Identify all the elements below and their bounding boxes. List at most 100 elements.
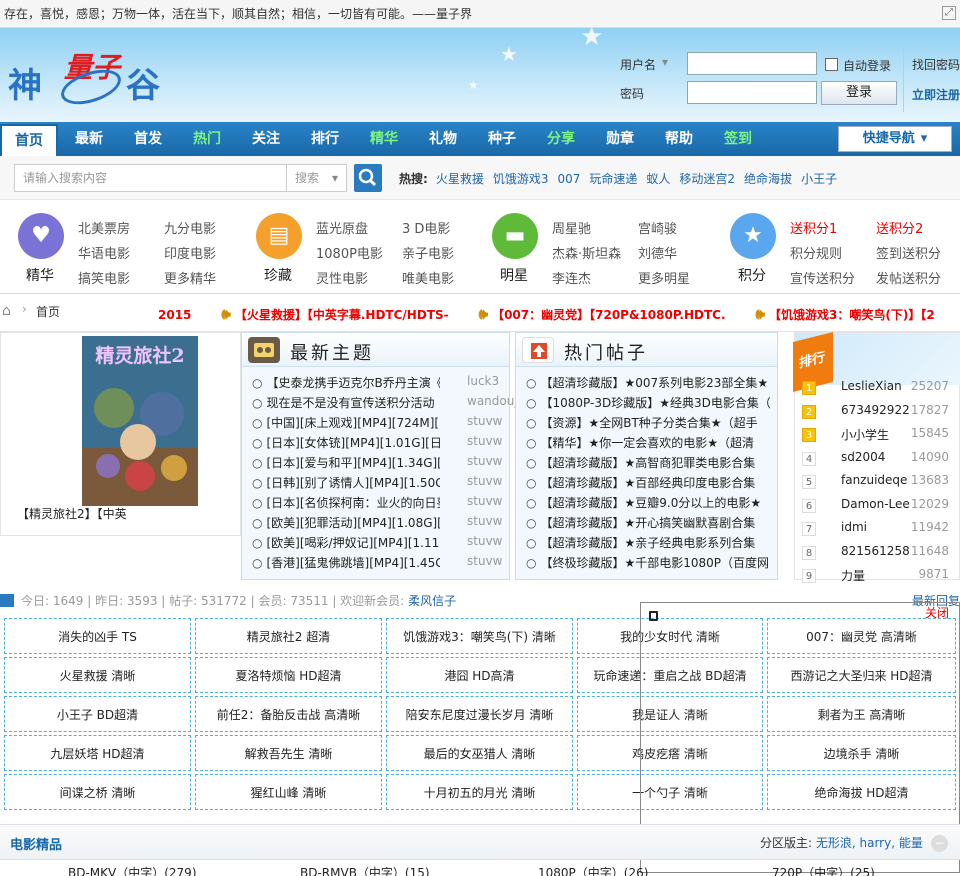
nav-item-4[interactable]: 热门 xyxy=(178,122,236,156)
list-item[interactable]: ○ 【精华】★你一定会喜欢的电影★（超清 xyxy=(526,434,770,451)
category-link[interactable]: 唯美电影 xyxy=(402,268,454,287)
category-link[interactable]: 送积分1 xyxy=(790,218,837,237)
forum-link[interactable]: BD-RMVB（中字）(15) xyxy=(300,864,430,876)
category-1-badge[interactable]: ♥ xyxy=(18,213,64,259)
list-item[interactable]: ○ [日本][爱与和平][MP4][1.34G][日 xyxy=(252,454,440,471)
list-item[interactable]: ○ 【史泰龙携手迈克尔B乔丹主演《洛 xyxy=(252,374,440,391)
nav-item-1[interactable]: 首页 xyxy=(0,124,58,156)
category-link[interactable]: 更多精华 xyxy=(164,268,216,287)
hot-search-link[interactable]: 蚁人 xyxy=(646,172,670,186)
featured-poster[interactable]: 精灵旅社2 【精灵旅社2】【中英 xyxy=(0,332,241,536)
category-link[interactable]: 送积分2 xyxy=(876,218,923,237)
topic-title[interactable]: [欧美][喝彩/押奴记][MP4][1.11G][ xyxy=(266,536,440,550)
list-item[interactable]: ○ 【超清珍藏版】★豆瓣9.0分以上的电影★ xyxy=(526,494,770,511)
topic-author[interactable]: stuvw xyxy=(467,454,502,468)
collapse-icon[interactable]: − xyxy=(931,835,948,852)
list-item[interactable]: ○ 现在是不是没有宣传送积分活动 xyxy=(252,394,440,411)
topic-title[interactable]: [中国][床上观戏][MP4][724M][国语 xyxy=(266,416,440,430)
post-title[interactable]: 【终极珍藏版】★千部电影1080P（百度网 xyxy=(540,556,769,570)
category-link[interactable]: 杰森·斯坦森 xyxy=(552,243,621,262)
list-item[interactable]: ○ 【超清珍藏版】★百部经典印度电影合集 xyxy=(526,474,770,491)
find-password-link[interactable]: 找回密码 xyxy=(912,56,960,73)
category-1-title[interactable]: 精华 xyxy=(26,265,54,285)
poster-title[interactable]: 【精灵旅社2】【中英 xyxy=(17,505,127,522)
ticker-item[interactable]: 2015 xyxy=(158,308,191,322)
login-button[interactable]: 登录 xyxy=(821,81,897,105)
search-button[interactable] xyxy=(354,164,382,192)
grid-cell[interactable]: 猩红山峰 清晰 xyxy=(195,774,382,810)
post-title[interactable]: 【超清珍藏版】★百部经典印度电影合集 xyxy=(540,476,755,490)
list-item[interactable]: ○ 【超清珍藏版】★亲子经典电影系列合集 xyxy=(526,534,770,551)
hot-search-link[interactable]: 玩命速递 xyxy=(589,172,637,186)
topic-author[interactable]: stuvw xyxy=(467,554,502,568)
category-4-badge[interactable]: ★ xyxy=(730,213,776,259)
grid-cell[interactable]: 陪安东尼度过漫长岁月 清晰 xyxy=(386,696,573,732)
list-item[interactable]: ○ 【1080P-3D珍藏版】★经典3D电影合集（ xyxy=(526,394,770,411)
post-title[interactable]: 【精华】★你一定会喜欢的电影★（超清 xyxy=(540,436,754,450)
rank-user[interactable]: Damon-Lee xyxy=(841,497,910,511)
ticker-item[interactable]: 【饥饿游戏3：嘲笑鸟(下)】【2 xyxy=(769,308,935,322)
username-input[interactable] xyxy=(687,52,817,75)
grid-cell[interactable]: 精灵旅社2 超清 xyxy=(195,618,382,654)
post-title[interactable]: 【超清珍藏版】★豆瓣9.0分以上的电影★ xyxy=(540,496,761,510)
search-input[interactable]: 请输入搜索内容 xyxy=(14,164,287,192)
category-link[interactable]: 九分电影 xyxy=(164,218,216,237)
password-input[interactable] xyxy=(687,81,817,104)
poster-image[interactable]: 精灵旅社2 xyxy=(82,336,198,506)
nav-item-9[interactable]: 种子 xyxy=(473,122,531,156)
category-link[interactable]: 李连杰 xyxy=(552,268,591,287)
post-title[interactable]: 【资源】★全网BT种子分类合集★（超手 xyxy=(540,416,757,430)
rank-user[interactable]: LeslieXian xyxy=(841,379,902,393)
topic-title[interactable]: [香港][猛鬼佛跳墙][MP4][1.45G][ xyxy=(266,556,440,570)
ticker-item[interactable]: 【007：幽灵党】【720P&1080P.HDTC. xyxy=(492,308,725,322)
nav-item-8[interactable]: 礼物 xyxy=(414,122,472,156)
breadcrumb-current[interactable]: 首页 xyxy=(36,303,60,320)
grid-cell[interactable]: 间谍之桥 清晰 xyxy=(4,774,191,810)
rank-user[interactable]: idmi xyxy=(841,520,867,534)
list-item[interactable]: ○ [日本][女体铳][MP4][1.01G][日语 xyxy=(252,434,440,451)
grid-cell[interactable]: 九层妖塔 HD超清 xyxy=(4,735,191,771)
topic-author[interactable]: stuvw xyxy=(467,414,502,428)
list-item[interactable]: ○ 【超清珍藏版】★开心搞笑幽默喜剧合集 xyxy=(526,514,770,531)
category-link[interactable]: 蓝光原盘 xyxy=(316,218,368,237)
grid-cell[interactable]: 火星救援 清晰 xyxy=(4,657,191,693)
topic-title[interactable]: [欧美][犯罪活动][MP4][1.08G][英 xyxy=(266,516,440,530)
new-member-link[interactable]: 柔风信子 xyxy=(408,594,456,608)
nav-item-7[interactable]: 精华 xyxy=(355,122,413,156)
category-link[interactable]: 1080P电影 xyxy=(316,243,383,262)
category-3-title[interactable]: 明星 xyxy=(500,265,528,285)
list-item[interactable]: ○ 【超清珍藏版】★007系列电影23部全集★ xyxy=(526,374,770,391)
hot-search-link[interactable]: 007 xyxy=(557,172,580,186)
grid-cell[interactable]: 小王子 BD超清 xyxy=(4,696,191,732)
grid-cell[interactable]: 饥饿游戏3：嘲笑鸟(下) 清晰 xyxy=(386,618,573,654)
topic-author[interactable]: stuvw xyxy=(467,474,502,488)
category-link[interactable]: 周星驰 xyxy=(552,218,591,237)
forum-link[interactable]: 1080P（中字）(26) xyxy=(538,864,648,876)
nav-item-13[interactable]: 签到 xyxy=(709,122,767,156)
nav-item-5[interactable]: 关注 xyxy=(237,122,295,156)
post-title[interactable]: 【超清珍藏版】★开心搞笑幽默喜剧合集 xyxy=(540,516,755,530)
nav-item-11[interactable]: 勋章 xyxy=(591,122,649,156)
category-4-title[interactable]: 积分 xyxy=(738,265,766,285)
rank-user[interactable]: 小小学生 xyxy=(841,426,889,443)
moderators-links[interactable]: 无形浪, harry, 能量 xyxy=(816,836,923,850)
list-item[interactable]: ○ 【超清珍藏版】★高智商犯罪类电影合集 xyxy=(526,454,770,471)
rank-user[interactable]: 821561258 xyxy=(841,544,910,558)
post-title[interactable]: 【1080P-3D珍藏版】★经典3D电影合集（ xyxy=(540,396,770,410)
rank-user[interactable]: 力量 xyxy=(841,567,865,584)
category-link[interactable]: 灵性电影 xyxy=(316,268,368,287)
topic-title[interactable]: [日本][名侦探柯南：业火的向日葵] xyxy=(266,496,440,510)
chevron-down-icon[interactable]: ▾ xyxy=(662,55,668,69)
fullscreen-icon[interactable]: ⤢ xyxy=(942,6,956,20)
hot-search-link[interactable]: 绝命海拔 xyxy=(744,172,792,186)
nav-item-6[interactable]: 排行 xyxy=(296,122,354,156)
close-button[interactable]: 关闭 xyxy=(925,604,949,621)
category-link[interactable]: 发帖送积分 xyxy=(876,268,941,287)
list-item[interactable]: ○ 【资源】★全网BT种子分类合集★（超手 xyxy=(526,414,770,431)
rank-user[interactable]: sd2004 xyxy=(841,450,885,464)
category-link[interactable]: 印度电影 xyxy=(164,243,216,262)
auto-login-checkbox[interactable] xyxy=(825,58,838,71)
category-link[interactable]: 华语电影 xyxy=(78,243,130,262)
nav-item-3[interactable]: 首发 xyxy=(119,122,177,156)
grid-cell[interactable]: 解救吾先生 清晰 xyxy=(195,735,382,771)
